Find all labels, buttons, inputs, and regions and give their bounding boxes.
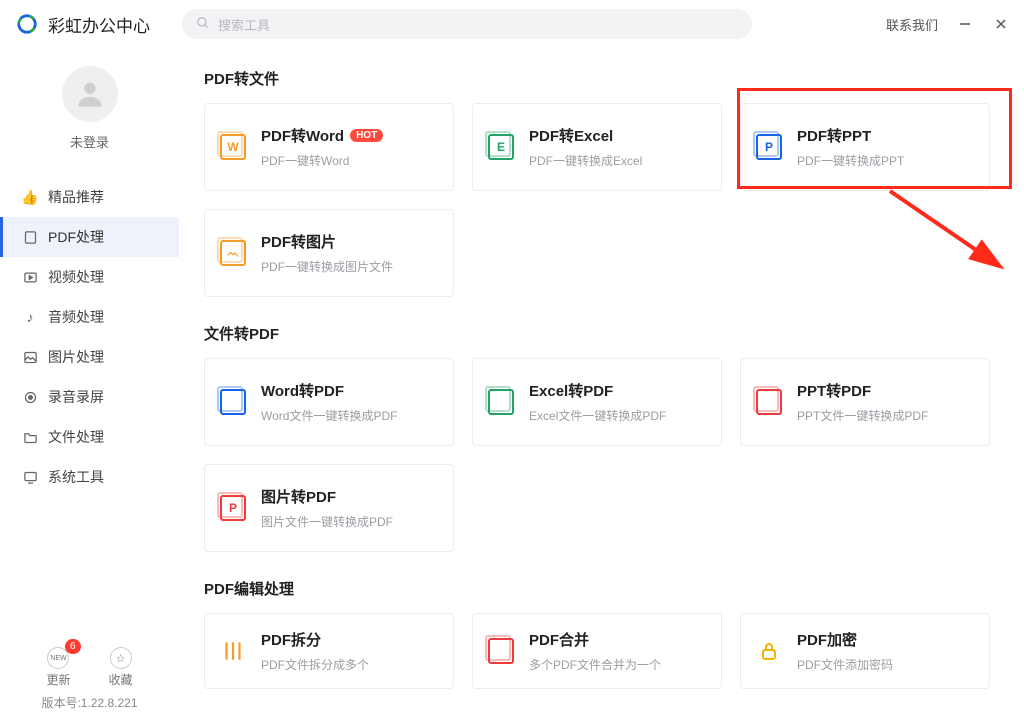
word-to-pdf-icon — [219, 388, 247, 416]
card-pdf-encrypt[interactable]: PDF加密 PDF文件添加密码 — [740, 613, 990, 689]
nav-label: 视频处理 — [48, 267, 104, 287]
card-title: PDF拆分 — [261, 629, 321, 650]
card-title: PPT转PDF — [797, 380, 871, 401]
avatar-icon[interactable] — [62, 66, 118, 122]
nav-item-featured[interactable]: 👍 精品推荐 — [0, 177, 179, 217]
nav-label: 精品推荐 — [48, 187, 104, 207]
titlebar: 彩虹办公中心 搜索工具 联系我们 — [0, 0, 1024, 48]
card-title: PDF转图片 — [261, 231, 336, 252]
card-title: PDF加密 — [797, 629, 857, 650]
word-icon: W — [219, 133, 247, 161]
favorites-label: 收藏 — [109, 671, 133, 688]
grid-file-to-pdf: Word转PDF Word文件一键转换成PDF Excel转PDF Excel文… — [204, 358, 996, 552]
app-title: 彩虹办公中心 — [48, 12, 150, 37]
card-pdf-to-image[interactable]: PDF转图片 PDF一键转换成图片文件 — [204, 209, 454, 297]
sidebar: 未登录 👍 精品推荐 PDF处理 视频处理 ♪ 音频处理 图片处理 — [0, 48, 180, 721]
video-icon — [22, 269, 38, 285]
card-subtitle: Word文件一键转换成PDF — [261, 407, 397, 424]
card-word-to-pdf[interactable]: Word转PDF Word文件一键转换成PDF — [204, 358, 454, 446]
card-title: PDF合并 — [529, 629, 589, 650]
system-icon — [22, 469, 38, 485]
hot-badge: HOT — [350, 129, 383, 142]
user-box: 未登录 — [0, 48, 179, 167]
nav-item-audio[interactable]: ♪ 音频处理 — [0, 297, 179, 337]
app-logo-icon — [16, 13, 38, 35]
version-label: 版本号:1.22.8.221 — [0, 694, 179, 711]
card-subtitle: PDF一键转换成图片文件 — [261, 258, 393, 275]
image-to-pdf-icon: P — [219, 494, 247, 522]
card-title: Word转PDF — [261, 380, 344, 401]
card-subtitle: PDF一键转Word — [261, 152, 383, 169]
card-subtitle: PDF文件添加密码 — [797, 656, 893, 673]
card-subtitle: 图片文件一键转换成PDF — [261, 513, 393, 530]
close-button[interactable] — [992, 15, 1010, 33]
folder-icon — [22, 429, 38, 445]
star-icon: ☆ — [110, 647, 132, 669]
thumb-up-icon: 👍 — [22, 189, 38, 205]
update-label: 更新 — [46, 671, 70, 688]
minimize-button[interactable] — [956, 15, 974, 33]
nav: 👍 精品推荐 PDF处理 视频处理 ♪ 音频处理 图片处理 录音录屏 — [0, 177, 179, 639]
nav-label: PDF处理 — [48, 227, 104, 247]
card-ppt-to-pdf[interactable]: PPT转PDF PPT文件一键转换成PDF — [740, 358, 990, 446]
card-subtitle: 多个PDF文件合并为一个 — [529, 656, 661, 673]
record-icon — [22, 389, 38, 405]
image-icon — [22, 349, 38, 365]
section-title-file-to-pdf: 文件转PDF — [204, 323, 996, 344]
grid-pdf-edit: PDF拆分 PDF文件拆分成多个 PDF合并 多个PDF文件合并为一个 PDF加… — [204, 613, 996, 689]
card-title: Excel转PDF — [529, 380, 613, 401]
nav-label: 系统工具 — [48, 467, 104, 487]
card-title: PDF转PPT — [797, 125, 871, 146]
card-image-to-pdf[interactable]: P 图片转PDF 图片文件一键转换成PDF — [204, 464, 454, 552]
nav-label: 音频处理 — [48, 307, 104, 327]
nav-label: 文件处理 — [48, 427, 104, 447]
nav-label: 图片处理 — [48, 347, 104, 367]
merge-icon — [487, 637, 515, 665]
nav-item-system[interactable]: 系统工具 — [0, 457, 179, 497]
audio-icon: ♪ — [22, 309, 38, 325]
nav-item-record[interactable]: 录音录屏 — [0, 377, 179, 417]
excel-to-pdf-icon — [487, 388, 515, 416]
contact-us-link[interactable]: 联系我们 — [886, 15, 938, 34]
sidebar-bottom: 6 NEW 更新 ☆ 收藏 版本号:1.22.8.221 — [0, 639, 179, 721]
update-button[interactable]: 6 NEW 更新 — [46, 647, 70, 688]
card-subtitle: PDF一键转换成PPT — [797, 152, 904, 169]
card-subtitle: PDF一键转换成Excel — [529, 152, 642, 169]
nav-item-image[interactable]: 图片处理 — [0, 337, 179, 377]
ppt-to-pdf-icon — [755, 388, 783, 416]
section-title-pdf-to-file: PDF转文件 — [204, 68, 996, 89]
lock-icon — [755, 637, 783, 665]
split-icon — [219, 637, 247, 665]
main-content: PDF转文件 W PDF转Word HOT PDF一键转Word E PDF转Ex… — [180, 48, 1024, 721]
card-pdf-to-word[interactable]: W PDF转Word HOT PDF一键转Word — [204, 103, 454, 191]
nav-item-video[interactable]: 视频处理 — [0, 257, 179, 297]
excel-icon: E — [487, 133, 515, 161]
card-pdf-merge[interactable]: PDF合并 多个PDF文件合并为一个 — [472, 613, 722, 689]
grid-pdf-to-file: W PDF转Word HOT PDF一键转Word E PDF转Excel PDF… — [204, 103, 996, 297]
card-subtitle: Excel文件一键转换成PDF — [529, 407, 666, 424]
pdf-icon — [22, 229, 38, 245]
nav-item-pdf[interactable]: PDF处理 — [0, 217, 179, 257]
ppt-icon: P — [755, 133, 783, 161]
update-badge: 6 — [65, 639, 81, 654]
image-convert-icon — [219, 239, 247, 267]
login-status[interactable]: 未登录 — [0, 132, 179, 151]
card-pdf-split[interactable]: PDF拆分 PDF文件拆分成多个 — [204, 613, 454, 689]
nav-label: 录音录屏 — [48, 387, 104, 407]
card-title: PDF转Excel — [529, 125, 613, 146]
search-placeholder: 搜索工具 — [218, 15, 270, 34]
card-subtitle: PDF文件拆分成多个 — [261, 656, 369, 673]
search-icon — [196, 16, 210, 33]
search-input[interactable]: 搜索工具 — [182, 9, 752, 39]
section-title-pdf-edit: PDF编辑处理 — [204, 578, 996, 599]
card-subtitle: PPT文件一键转换成PDF — [797, 407, 928, 424]
card-pdf-to-excel[interactable]: E PDF转Excel PDF一键转换成Excel — [472, 103, 722, 191]
nav-item-file[interactable]: 文件处理 — [0, 417, 179, 457]
card-pdf-to-ppt[interactable]: P PDF转PPT PDF一键转换成PPT — [740, 103, 990, 191]
favorites-button[interactable]: ☆ 收藏 — [109, 647, 133, 688]
card-excel-to-pdf[interactable]: Excel转PDF Excel文件一键转换成PDF — [472, 358, 722, 446]
card-title: PDF转Word — [261, 125, 344, 146]
card-title: 图片转PDF — [261, 486, 336, 507]
